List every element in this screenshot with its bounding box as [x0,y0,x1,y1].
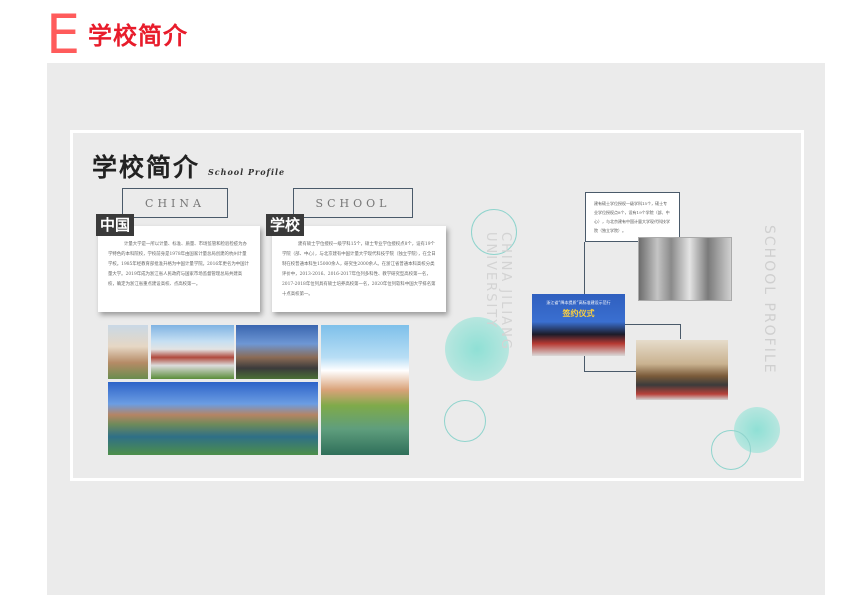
intro-card-china: 计量大学是一所以计量、标准、质量、市场监管和检验检疫为办学特色的本科院校，学校前… [98,226,260,312]
decor-ring-3 [711,430,751,470]
banner-line-2: 签约仪式 [562,309,595,318]
right-intro-card: 建有硕士学位授权一级学科15个，硕士专业学位授权点8个，设有19个学院（部、中心… [585,192,680,242]
board-subtitle: School Profile [208,167,286,177]
campus-photo-3 [236,325,318,379]
section-letter: E [46,3,81,66]
campus-photo-1 [108,325,148,379]
campus-photo-2 [151,325,234,379]
banner-line-1: 浙江省“降本提质”高标准建设示范行 [546,300,611,305]
school-tag-box: SCHOOL [293,188,413,218]
board-title: 学校简介 [92,153,201,182]
campus-photo-5 [321,325,409,455]
school-label: 学校 [266,214,305,236]
signing-ceremony-photo: 浙江省“降本提质”高标准建设示范行 签约仪式 [532,294,625,356]
china-tag-box: CHINA [122,188,228,218]
decor-ring-2 [444,400,486,442]
event-photo-2 [636,340,728,400]
event-photo-1 [638,237,732,301]
vertical-university-text: CHINA JILIANG UNIVERSITY [483,232,513,351]
intro-card-school: 建有硕士学位授权一级学科15个，硕士专业学位授权点8个，设有19个学院（部、中心… [272,226,446,312]
page-title: 学校简介 [88,22,188,50]
campus-photo-4 [108,382,318,455]
connector-line-3 [621,324,680,325]
connector-line-4 [680,324,681,339]
vertical-school-profile-text: SCHOOL PROFILE [761,225,777,375]
china-label: 中国 [96,214,135,236]
